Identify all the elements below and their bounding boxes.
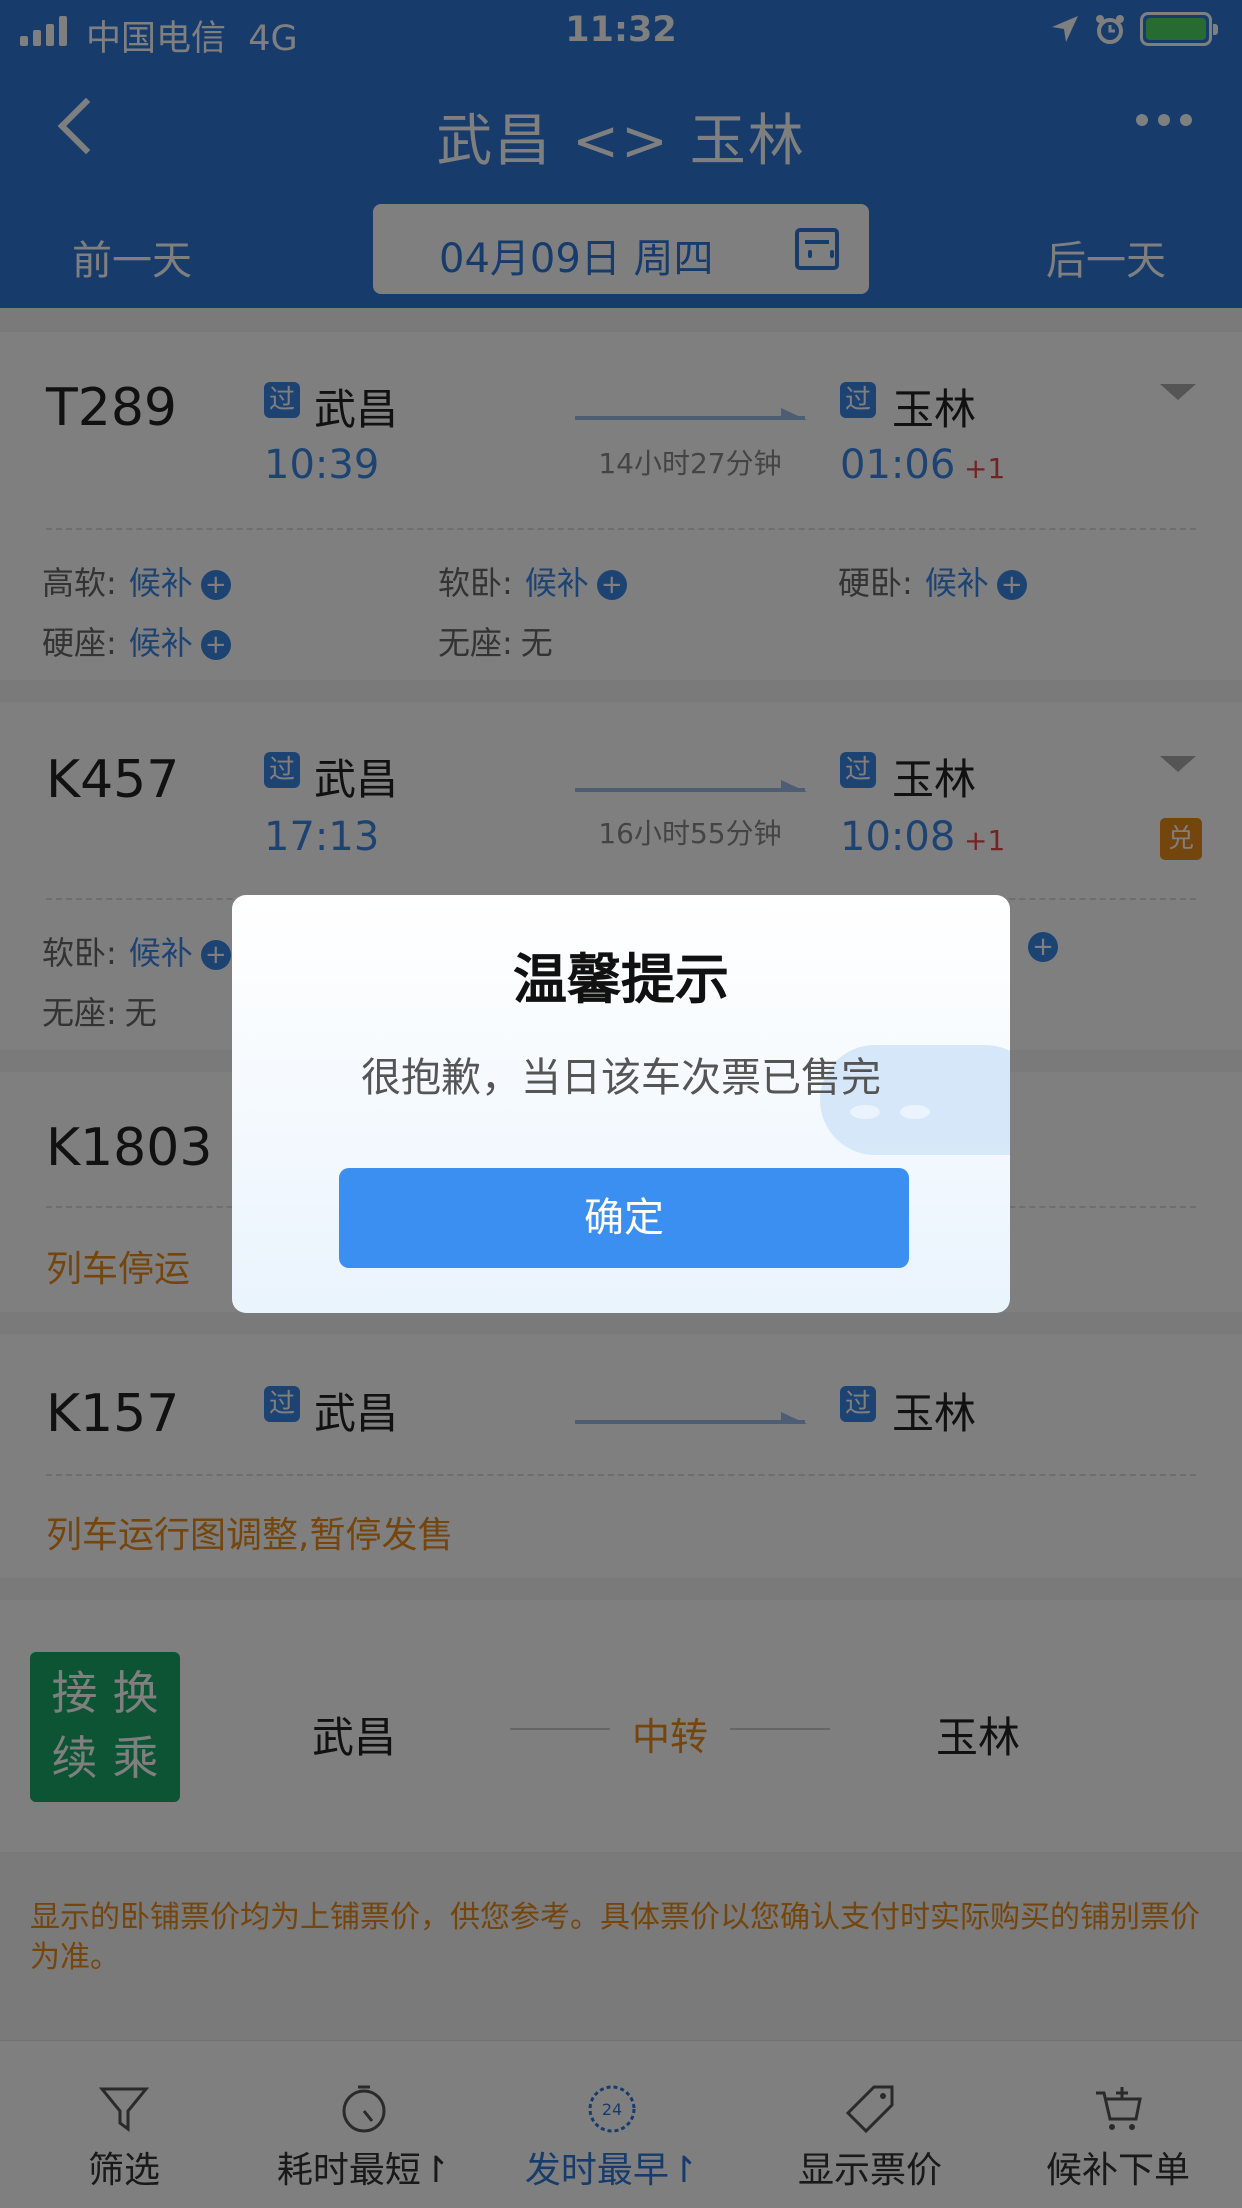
alert-dialog: 温馨提示 很抱歉，当日该车次票已售完 确定 xyxy=(232,895,1010,1313)
confirm-button[interactable]: 确定 xyxy=(339,1168,909,1268)
dialog-message: 很抱歉，当日该车次票已售完 xyxy=(361,1055,881,1101)
dialog-title: 温馨提示 xyxy=(513,948,729,1011)
